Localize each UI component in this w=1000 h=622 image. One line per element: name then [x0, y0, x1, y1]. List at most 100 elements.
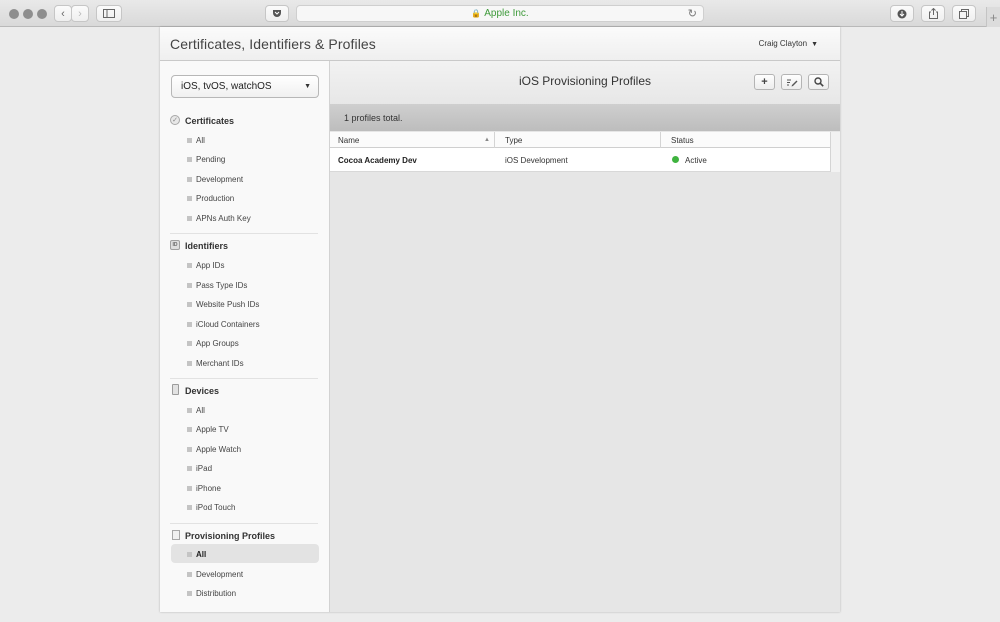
sidebar-item-apple-watch[interactable]: Apple Watch — [196, 445, 241, 454]
bullet-icon — [187, 157, 192, 162]
forward-button[interactable]: › — [71, 5, 89, 22]
device-icon — [172, 384, 179, 395]
zoom-window-icon[interactable] — [37, 9, 47, 19]
bullet-icon — [187, 216, 192, 221]
bullet-icon — [187, 572, 192, 577]
bullet-icon — [187, 138, 192, 143]
new-tab-button[interactable]: + — [986, 7, 1000, 27]
section-divider — [170, 523, 318, 524]
section-title-certificates: Certificates — [185, 116, 235, 126]
browser-toolbar: ‹ › 🔒 Apple Inc. ↻ + — [0, 0, 1000, 27]
main-header: iOS Provisioning Profiles + — [330, 61, 840, 104]
check-circle-icon: ✓ — [170, 115, 180, 125]
sidebar-item-certificates-production[interactable]: Production — [196, 194, 234, 203]
section-title-devices: Devices — [185, 386, 220, 396]
bullet-icon — [187, 196, 192, 201]
bullet-icon — [187, 361, 192, 366]
bullet-icon — [187, 283, 192, 288]
user-menu[interactable]: Craig Clayton ▼ — [759, 39, 818, 48]
bullet-icon — [187, 427, 192, 432]
sidebar-item-selected-highlight — [171, 544, 319, 563]
sidebar-item-profiles-distribution[interactable]: Distribution — [196, 589, 236, 598]
sidebar-item-devices-all[interactable]: All — [196, 406, 205, 415]
sidebar-item-icloud-containers[interactable]: iCloud Containers — [196, 320, 260, 329]
sidebar-item-profiles-development[interactable]: Development — [196, 570, 243, 579]
bullet-icon — [187, 263, 192, 268]
id-badge-icon: ID — [170, 240, 180, 250]
developer-portal-page: Certificates, Identifiers & Profiles Cra… — [160, 27, 840, 612]
bullet-icon — [187, 302, 192, 307]
chevron-left-icon: ‹ — [61, 7, 65, 20]
column-header-name[interactable]: Name — [338, 136, 359, 145]
sidebar-icon — [103, 9, 115, 18]
document-icon — [172, 530, 180, 540]
sidebar-item-apple-tv[interactable]: Apple TV — [196, 425, 229, 434]
tabs-icon — [959, 8, 969, 19]
sidebar-item-website-push-ids[interactable]: Website Push IDs — [196, 300, 259, 309]
platform-select[interactable]: iOS, tvOS, watchOS ▼ — [171, 75, 319, 98]
bullet-icon — [187, 177, 192, 182]
back-button[interactable]: ‹ — [54, 5, 72, 22]
sidebar-item-app-ids[interactable]: App IDs — [196, 261, 224, 270]
sidebar-item-iphone[interactable]: iPhone — [196, 484, 221, 493]
sidebar-toggle-button[interactable] — [96, 5, 122, 22]
main-content: iOS Provisioning Profiles + 1 profiles t… — [330, 61, 840, 612]
sort-ascending-icon: ▲ — [484, 137, 490, 143]
page-header: Certificates, Identifiers & Profiles Cra… — [160, 27, 840, 61]
profile-name: Cocoa Academy Dev — [338, 156, 417, 165]
bullet-icon — [187, 591, 192, 596]
section-title-provisioning-profiles: Provisioning Profiles — [185, 531, 276, 541]
sidebar-item-certificates-apns[interactable]: APNs Auth Key — [196, 214, 251, 223]
downloads-button[interactable] — [890, 5, 914, 22]
address-bar[interactable]: 🔒 Apple Inc. ↻ — [296, 5, 704, 22]
bullet-icon — [187, 466, 192, 471]
share-icon — [928, 8, 938, 19]
sidebar-item-ipod-touch[interactable]: iPod Touch — [196, 503, 235, 512]
table-row[interactable]: Cocoa Academy Dev iOS Development Active — [330, 148, 830, 172]
section-divider — [170, 233, 318, 234]
column-header-type[interactable]: Type — [505, 136, 522, 145]
sidebar-item-certificates-pending[interactable]: Pending — [196, 155, 225, 164]
sidebar-item-pass-type-ids[interactable]: Pass Type IDs — [196, 281, 247, 290]
sidebar-item-certificates-all[interactable]: All — [196, 136, 205, 145]
sidebar-item-app-groups[interactable]: App Groups — [196, 339, 239, 348]
search-button[interactable] — [808, 74, 829, 90]
bullet-icon — [187, 505, 192, 510]
column-header-status[interactable]: Status — [671, 136, 694, 145]
column-separator — [660, 132, 661, 148]
page-title: Certificates, Identifiers & Profiles — [170, 36, 376, 52]
pocket-icon — [273, 10, 281, 17]
address-text: Apple Inc. — [484, 8, 529, 19]
table-header: Name ▲ Type Status — [330, 132, 830, 148]
profile-status: Active — [685, 156, 707, 165]
section-title-identifiers: Identifiers — [185, 241, 229, 251]
chevron-right-icon: › — [78, 7, 82, 20]
sidebar-item-merchant-ids[interactable]: Merchant IDs — [196, 359, 244, 368]
bullet-icon — [187, 447, 192, 452]
sidebar-item-certificates-development[interactable]: Development — [196, 175, 243, 184]
sidebar-item-ipad[interactable]: iPad — [196, 464, 212, 473]
pocket-button[interactable] — [265, 5, 289, 22]
tabs-button[interactable] — [952, 5, 976, 22]
plus-icon: + — [761, 76, 768, 88]
profile-type: iOS Development — [505, 156, 568, 165]
search-icon — [813, 77, 824, 87]
share-button[interactable] — [921, 5, 945, 22]
edit-icon — [786, 79, 797, 86]
column-separator — [494, 132, 495, 148]
edit-button[interactable] — [781, 74, 802, 90]
table-corner — [830, 132, 840, 172]
status-active-dot-icon — [672, 156, 679, 163]
reload-icon[interactable]: ↻ — [688, 7, 697, 20]
bullet-icon — [187, 486, 192, 491]
minimize-window-icon[interactable] — [23, 9, 33, 19]
lock-icon: 🔒 — [471, 9, 482, 18]
sidebar-item-profiles-all[interactable]: All — [196, 550, 206, 559]
sidebar: iOS, tvOS, watchOS ▼ ✓ Certificates All … — [160, 61, 330, 612]
bullet-icon — [187, 552, 192, 557]
close-window-icon[interactable] — [9, 9, 19, 19]
download-icon — [897, 9, 907, 18]
add-profile-button[interactable]: + — [754, 74, 775, 90]
bullet-icon — [187, 322, 192, 327]
bullet-icon — [187, 408, 192, 413]
